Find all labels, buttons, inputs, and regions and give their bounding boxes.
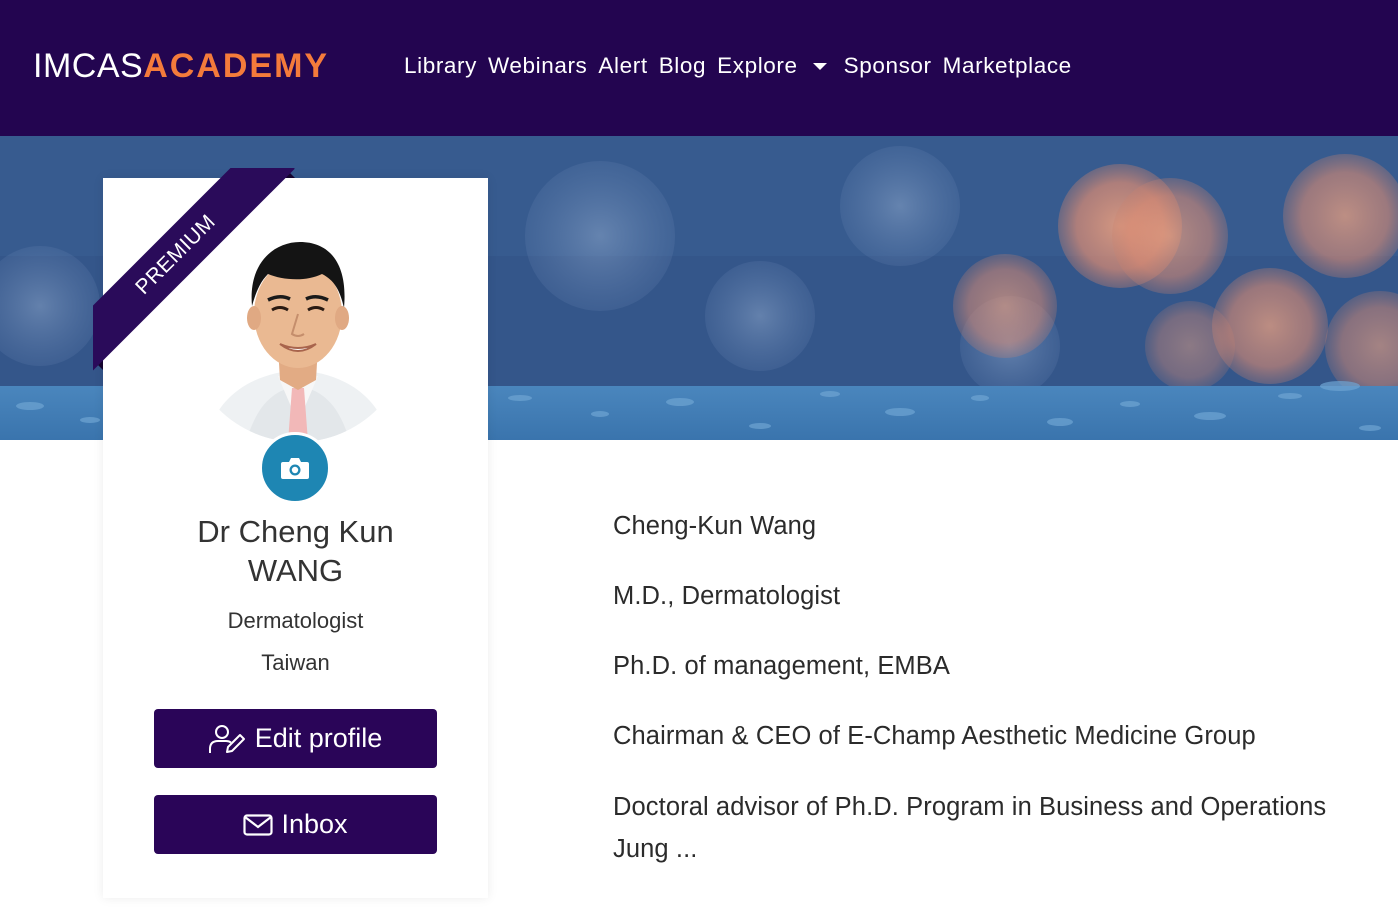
inbox-button[interactable]: Inbox	[154, 795, 437, 854]
top-navbar: IMCAS ACADEMY Library Webinars Alert Blog…	[0, 0, 1398, 136]
change-photo-button[interactable]	[259, 432, 331, 504]
brand-logo-part2: ACADEMY	[143, 46, 330, 85]
nav-link-explore[interactable]: Explore	[717, 53, 833, 79]
premium-ribbon: PREMIUM	[93, 168, 303, 378]
profile-name: Dr Cheng Kun WANG	[197, 514, 394, 588]
camera-icon	[281, 458, 309, 479]
inbox-label: Inbox	[281, 809, 348, 839]
bio-line-wrapped: Doctoral advisor of Ph.D. Program in Bus…	[613, 786, 1398, 870]
chevron-down-icon	[812, 62, 827, 70]
bio-line: Ph.D. of management, EMBA	[613, 652, 950, 680]
nav-link-marketplace[interactable]: Marketplace	[943, 53, 1072, 79]
nav-menu: Library Webinars Alert Blog Explore Spon…	[404, 48, 1072, 84]
nav-link-library[interactable]: Library	[404, 53, 477, 79]
brand-logo[interactable]: IMCAS ACADEMY	[33, 44, 329, 88]
nav-link-sponsor[interactable]: Sponsor	[844, 53, 932, 79]
envelope-icon	[243, 813, 274, 836]
profile-specialty: Dermatologist	[227, 608, 364, 633]
profile-card: PREMIUM Dr Cheng Kun WANG Dermatologist …	[93, 168, 488, 898]
profile-biography: Cheng-Kun Wang M.D., Dermatologist Ph.D.…	[613, 512, 1398, 911]
nav-link-alert[interactable]: Alert	[598, 53, 647, 79]
premium-badge: PREMIUM	[93, 168, 295, 374]
bio-line: Chairman & CEO of E-Champ Aesthetic Medi…	[613, 722, 1256, 750]
profile-country: Taiwan	[261, 650, 330, 675]
bio-line: M.D., Dermatologist	[613, 582, 841, 610]
edit-profile-label: Edit profile	[254, 723, 383, 753]
edit-profile-button[interactable]: Edit profile	[154, 709, 437, 768]
brand-logo-part1: IMCAS	[33, 46, 144, 85]
user-edit-icon	[208, 724, 245, 753]
bio-line: Cheng-Kun Wang	[613, 512, 817, 540]
nav-link-blog[interactable]: Blog	[659, 53, 706, 79]
bio-line: Doctoral advisor of Ph.D. Program in Bus…	[613, 793, 1327, 821]
nav-link-webinars[interactable]: Webinars	[488, 53, 587, 79]
nav-link-explore-label: Explore	[717, 53, 798, 78]
bio-line: Jung ...	[613, 835, 698, 863]
